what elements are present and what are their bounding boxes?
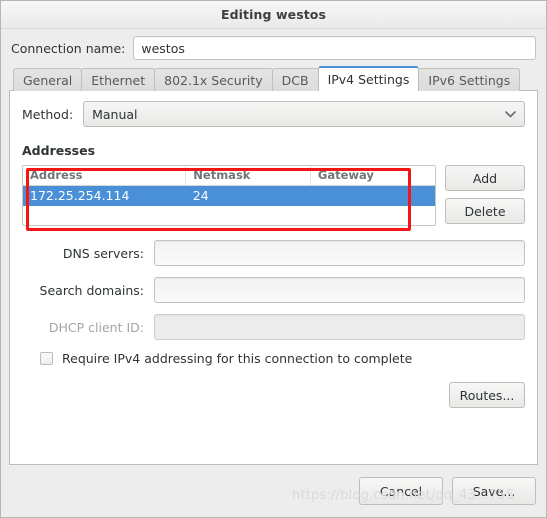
delete-address-button[interactable]: Delete [445, 198, 525, 224]
column-header-gateway[interactable]: Gateway [310, 166, 435, 186]
dhcp-client-id-row: DHCP client ID: [22, 314, 525, 340]
connection-name-value: westos [141, 40, 185, 56]
dns-servers-input[interactable] [154, 240, 525, 266]
tab-general-label: General [23, 72, 73, 88]
tab-strip: General Ethernet 802.1x Security DCB IPv… [9, 66, 538, 91]
routes-button-label: Routes... [459, 387, 515, 403]
dns-servers-row: DNS servers: [22, 240, 525, 266]
routes-button[interactable]: Routes... [449, 382, 525, 408]
require-ipv4-checkbox[interactable] [40, 352, 53, 365]
save-button-label: Save... [472, 483, 516, 499]
dhcp-client-id-label: DHCP client ID: [48, 319, 144, 335]
method-value: Manual [92, 106, 138, 122]
tab-ethernet-label: Ethernet [91, 72, 146, 88]
search-domains-label: Search domains: [39, 282, 144, 298]
require-ipv4-row[interactable]: Require IPv4 addressing for this connect… [40, 351, 525, 366]
tab-dcb-label: DCB [281, 72, 309, 88]
cancel-button-label: Cancel [379, 483, 423, 499]
search-domains-row: Search domains: [22, 277, 525, 303]
addresses-area: Address Netmask Gateway 172.25.254.114 2… [22, 165, 525, 226]
add-address-label: Add [472, 170, 498, 186]
addresses-table: Address Netmask Gateway 172.25.254.114 2… [23, 166, 435, 206]
connection-name-label: Connection name: [11, 40, 126, 56]
cell-gateway[interactable] [310, 185, 435, 206]
ipv4-settings-page: Method: Manual Addresses Address Netmask… [9, 90, 538, 465]
save-button[interactable]: Save... [452, 477, 536, 505]
addresses-buttons: Add Delete [445, 165, 525, 224]
dhcp-client-id-input [154, 314, 525, 340]
settings-notebook: General Ethernet 802.1x Security DCB IPv… [9, 66, 538, 465]
tab-8021x-security[interactable]: 802.1x Security [154, 68, 273, 91]
tab-8021x-security-label: 802.1x Security [164, 72, 263, 88]
dialog-title: Editing westos [220, 7, 327, 22]
method-dropdown[interactable]: Manual [83, 101, 525, 127]
add-address-button[interactable]: Add [445, 165, 525, 191]
method-row: Method: Manual [22, 101, 525, 127]
tab-general[interactable]: General [13, 68, 83, 91]
routes-row: Routes... [22, 382, 525, 408]
column-header-address[interactable]: Address [23, 166, 187, 186]
tab-ipv6-settings-label: IPv6 Settings [428, 72, 511, 88]
cancel-button[interactable]: Cancel [359, 477, 443, 505]
dialog-titlebar: Editing westos [1, 1, 546, 29]
dns-servers-label: DNS servers: [62, 245, 144, 261]
delete-address-label: Delete [464, 203, 506, 219]
connection-name-input[interactable]: westos [133, 36, 536, 60]
tab-dcb[interactable]: DCB [271, 68, 319, 91]
require-ipv4-label: Require IPv4 addressing for this connect… [62, 351, 413, 366]
cell-netmask[interactable]: 24 [185, 185, 311, 206]
dialog-action-bar: Cancel Save... [1, 465, 546, 517]
column-header-netmask[interactable]: Netmask [185, 166, 311, 186]
tab-ipv4-settings[interactable]: IPv4 Settings [317, 66, 420, 91]
search-domains-input[interactable] [154, 277, 525, 303]
chevron-down-icon [504, 108, 516, 120]
cell-address[interactable]: 172.25.254.114 [23, 185, 186, 206]
tab-ipv6-settings[interactable]: IPv6 Settings [418, 68, 521, 91]
addresses-section-title: Addresses [22, 143, 96, 158]
table-row[interactable]: 172.25.254.114 24 [23, 185, 435, 206]
tab-ipv4-settings-label: IPv4 Settings [327, 72, 410, 87]
tab-ethernet[interactable]: Ethernet [81, 68, 156, 91]
table-header-row: Address Netmask Gateway [23, 166, 435, 186]
method-label: Method: [22, 106, 74, 122]
addresses-table-container[interactable]: Address Netmask Gateway 172.25.254.114 2… [22, 165, 436, 226]
editing-connection-dialog: Editing westos Connection name: westos G… [0, 0, 547, 518]
connection-name-row: Connection name: westos [1, 29, 546, 66]
